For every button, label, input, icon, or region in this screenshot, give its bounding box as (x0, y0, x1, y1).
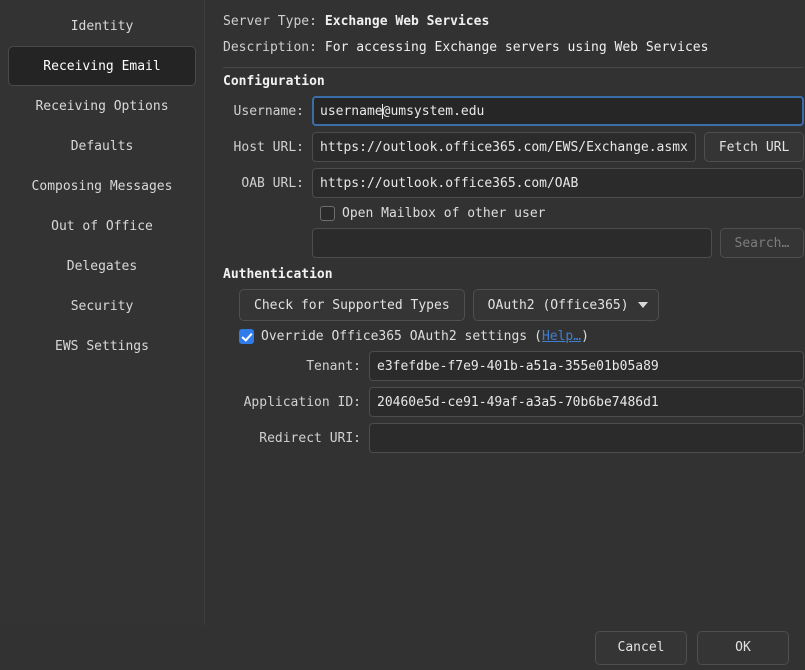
other-user-input[interactable] (312, 228, 712, 258)
sidebar-item-security[interactable]: Security (8, 286, 196, 326)
auth-method-dropdown[interactable]: OAuth2 (Office365) (473, 289, 659, 321)
chevron-down-icon (638, 302, 648, 308)
host-url-input[interactable]: https://outlook.office365.com/EWS/Exchan… (312, 132, 696, 162)
check-supported-types-button[interactable]: Check for Supported Types (239, 289, 465, 321)
section-divider (223, 67, 804, 68)
oab-url-label: OAB URL: (217, 176, 312, 191)
sidebar-item-label: Identity (71, 19, 134, 34)
tenant-row: Tenant: e3fefdbe-f7e9-401b-a51a-355e01b0… (217, 351, 804, 381)
tenant-input[interactable]: e3fefdbe-f7e9-401b-a51a-355e01b05a89 (369, 351, 804, 381)
sidebar-item-receiving-email[interactable]: Receiving Email (8, 46, 196, 86)
open-mailbox-label: Open Mailbox of other user (342, 206, 546, 221)
open-mailbox-checkbox[interactable] (320, 206, 335, 221)
application-id-row: Application ID: 20460e5d-ce91-49af-a3a5-… (217, 387, 804, 417)
search-button[interactable]: Search… (720, 228, 805, 258)
sidebar-item-label: Receiving Options (35, 99, 168, 114)
override-oauth2-label: Override Office365 OAuth2 settings (261, 329, 527, 344)
sidebar-item-delegates[interactable]: Delegates (8, 246, 196, 286)
username-row: Username: username@umsystem.edu (217, 96, 804, 126)
host-url-value: https://outlook.office365.com/EWS/Exchan… (320, 140, 688, 155)
help-close-paren: ) (581, 329, 589, 344)
sidebar-item-defaults[interactable]: Defaults (8, 126, 196, 166)
server-type-row: Server Type: Exchange Web Services (217, 8, 804, 34)
settings-main-panel: Server Type: Exchange Web Services Descr… (205, 0, 805, 625)
configuration-heading: Configuration (217, 74, 804, 89)
override-oauth2-checkbox[interactable] (239, 329, 254, 344)
sidebar-item-receiving-options[interactable]: Receiving Options (8, 86, 196, 126)
help-link[interactable]: Help… (542, 329, 581, 344)
dialog-body: Identity Receiving Email Receiving Optio… (0, 0, 805, 625)
sidebar-item-label: Composing Messages (32, 179, 173, 194)
username-input[interactable]: username@umsystem.edu (312, 96, 804, 126)
auth-controls-row: Check for Supported Types OAuth2 (Office… (217, 289, 804, 321)
username-value-before-cursor: username (320, 104, 383, 119)
application-id-label: Application ID: (217, 395, 369, 410)
username-label: Username: (217, 104, 312, 119)
sidebar-item-label: Out of Office (51, 219, 153, 234)
host-url-row: Host URL: https://outlook.office365.com/… (217, 132, 804, 162)
sidebar-item-label: EWS Settings (55, 339, 149, 354)
server-type-value: Exchange Web Services (325, 14, 489, 29)
redirect-uri-label: Redirect URI: (217, 431, 369, 446)
description-label: Description: (223, 40, 317, 55)
account-settings-dialog: Identity Receiving Email Receiving Optio… (0, 0, 805, 670)
sidebar-item-ews-settings[interactable]: EWS Settings (8, 326, 196, 366)
username-value-after-cursor: @umsystem.edu (383, 104, 485, 119)
ok-button[interactable]: OK (697, 631, 789, 665)
host-url-label: Host URL: (217, 140, 312, 155)
other-user-row: Search… (217, 228, 804, 258)
application-id-input[interactable]: 20460e5d-ce91-49af-a3a5-70b6be7486d1 (369, 387, 804, 417)
description-row: Description: For accessing Exchange serv… (217, 34, 804, 60)
server-type-label: Server Type: (223, 14, 317, 29)
sidebar-item-identity[interactable]: Identity (8, 6, 196, 46)
oab-url-input[interactable]: https://outlook.office365.com/OAB (312, 168, 804, 198)
open-mailbox-row: Open Mailbox of other user (312, 206, 804, 221)
cancel-button[interactable]: Cancel (595, 631, 687, 665)
override-oauth2-row: Override Office365 OAuth2 settings ( Hel… (217, 329, 804, 344)
application-id-value: 20460e5d-ce91-49af-a3a5-70b6be7486d1 (377, 395, 659, 410)
tenant-value: e3fefdbe-f7e9-401b-a51a-355e01b05a89 (377, 359, 659, 374)
oab-url-value: https://outlook.office365.com/OAB (320, 176, 578, 191)
sidebar-item-label: Defaults (71, 139, 134, 154)
sidebar-item-out-of-office[interactable]: Out of Office (8, 206, 196, 246)
sidebar-item-label: Security (71, 299, 134, 314)
fetch-url-button[interactable]: Fetch URL (704, 132, 804, 162)
sidebar-item-label: Delegates (67, 259, 137, 274)
help-open-paren: ( (534, 329, 542, 344)
redirect-uri-input[interactable] (369, 423, 804, 453)
auth-method-selected-value: OAuth2 (Office365) (488, 298, 629, 313)
tenant-label: Tenant: (217, 359, 369, 374)
dialog-footer: Cancel OK (0, 625, 805, 670)
settings-sidebar: Identity Receiving Email Receiving Optio… (0, 0, 205, 625)
description-value: For accessing Exchange servers using Web… (325, 40, 709, 55)
sidebar-item-label: Receiving Email (43, 59, 160, 74)
sidebar-item-composing-messages[interactable]: Composing Messages (8, 166, 196, 206)
redirect-uri-row: Redirect URI: (217, 423, 804, 453)
oab-url-row: OAB URL: https://outlook.office365.com/O… (217, 168, 804, 198)
authentication-heading: Authentication (217, 267, 804, 282)
